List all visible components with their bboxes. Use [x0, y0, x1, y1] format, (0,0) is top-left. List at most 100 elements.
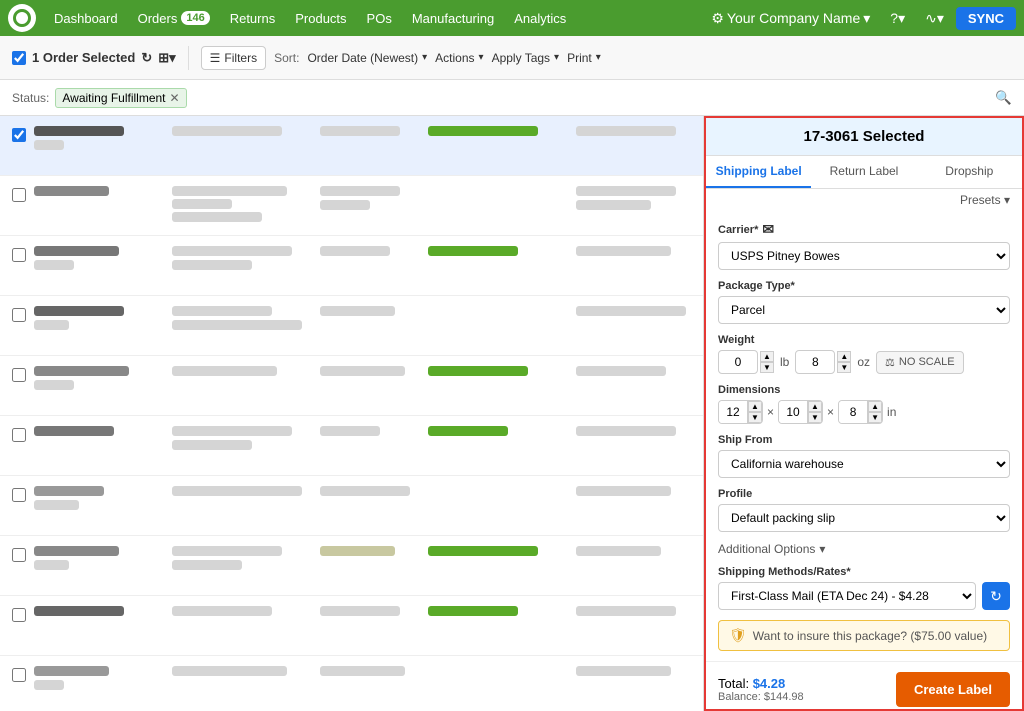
activity-button[interactable]: ∿▾ — [917, 6, 952, 31]
filters-button[interactable]: ☰ Filters — [201, 46, 266, 70]
top-navigation: Dashboard Orders 146 Returns Products PO… — [0, 0, 1024, 36]
row-checkbox[interactable] — [12, 188, 26, 202]
actions-dropdown[interactable]: Actions ▾ — [435, 51, 483, 65]
table-row[interactable] — [0, 416, 703, 476]
selected-count: 1 Order Selected ↻ ⊞▾ — [12, 50, 176, 66]
toolbar-divider — [188, 46, 189, 70]
row-checkbox[interactable] — [12, 608, 26, 622]
presets-dropdown[interactable]: Presets ▾ — [706, 189, 1022, 211]
row-checkbox[interactable] — [12, 308, 26, 322]
dim-unit: in — [887, 405, 896, 419]
weight-oz-input[interactable] — [795, 350, 835, 374]
ship-from-field-group: Ship From California warehouse — [718, 434, 1010, 478]
package-type-label: Package Type* — [718, 280, 1010, 292]
row-checkbox[interactable] — [12, 428, 26, 442]
weight-oz-group: ▲ ▼ — [795, 350, 851, 374]
weight-oz-down[interactable]: ▼ — [837, 362, 851, 373]
tab-dropship[interactable]: Dropship — [917, 156, 1022, 188]
carrier-select[interactable]: USPS Pitney Bowes — [718, 242, 1010, 270]
nav-returns[interactable]: Returns — [220, 0, 286, 36]
balance-label: Balance: $144.98 — [718, 691, 804, 703]
table-row[interactable] — [0, 596, 703, 656]
dim-length-down[interactable]: ▼ — [748, 412, 762, 423]
dim-height-spinners: ▲ ▼ — [867, 401, 882, 423]
insure-icon: 🛡 — [729, 627, 747, 644]
dim-length-input[interactable] — [719, 401, 747, 423]
no-scale-button[interactable]: ⚖ NO SCALE — [876, 351, 964, 374]
weight-oz-up[interactable]: ▲ — [837, 351, 851, 362]
row-checkbox[interactable] — [12, 488, 26, 502]
dim-height-down[interactable]: ▼ — [868, 412, 882, 423]
dimensions-field-group: Dimensions ▲ ▼ × ▲ ▼ — [718, 384, 1010, 424]
weight-label: Weight — [718, 334, 1010, 346]
refresh-icon[interactable]: ↻ — [141, 50, 152, 66]
refresh-rates-button[interactable]: ↻ — [982, 582, 1010, 610]
row-checkbox[interactable] — [12, 368, 26, 382]
table-row[interactable] — [0, 356, 703, 416]
sync-button[interactable]: SYNC — [956, 7, 1016, 30]
row-checkbox[interactable] — [12, 128, 26, 142]
dim-height-input[interactable] — [839, 401, 867, 423]
search-button[interactable]: 🔍 — [995, 90, 1012, 106]
dim-width-input[interactable] — [779, 401, 807, 423]
profile-label: Profile — [718, 488, 1010, 500]
table-row[interactable] — [0, 116, 703, 176]
row-checkbox[interactable] — [12, 668, 26, 682]
main-content: 17-3061 Selected Shipping Label Return L… — [0, 116, 1024, 711]
total-amount: $4.28 — [753, 676, 786, 691]
dim-width-up[interactable]: ▲ — [808, 401, 822, 412]
weight-oz-spinners: ▲ ▼ — [837, 351, 851, 373]
carrier-label: Carrier* ✉ — [718, 221, 1010, 238]
weight-lb-unit: lb — [780, 355, 789, 369]
awaiting-fulfillment-tag[interactable]: Awaiting Fulfillment ✕ — [55, 88, 186, 108]
weight-lb-down[interactable]: ▼ — [760, 362, 774, 373]
additional-options-caret: ▾ — [819, 542, 825, 556]
settings-button[interactable]: ⚙ Your Company Name ▾ — [703, 6, 878, 31]
tab-return-label[interactable]: Return Label — [811, 156, 916, 188]
remove-filter-icon[interactable]: ✕ — [170, 91, 180, 105]
nav-analytics[interactable]: Analytics — [504, 0, 576, 36]
table-row[interactable] — [0, 296, 703, 356]
filter-icon[interactable]: ⊞▾ — [158, 50, 175, 66]
additional-options-toggle[interactable]: Additional Options ▾ — [718, 542, 1010, 556]
usps-icon: ✉ — [762, 221, 774, 238]
row-checkbox[interactable] — [12, 248, 26, 262]
dim-length-spinners: ▲ ▼ — [747, 401, 762, 423]
nav-orders[interactable]: Orders 146 — [128, 0, 220, 36]
package-type-select[interactable]: Parcel — [718, 296, 1010, 324]
row-checkbox[interactable] — [12, 548, 26, 562]
nav-products[interactable]: Products — [285, 0, 356, 36]
weight-lb-spinners: ▲ ▼ — [760, 351, 774, 373]
table-row[interactable] — [0, 476, 703, 536]
weight-field-group: Weight ▲ ▼ lb ▲ ▼ — [718, 334, 1010, 374]
dim-length-up[interactable]: ▲ — [748, 401, 762, 412]
create-label-button[interactable]: Create Label — [896, 672, 1010, 707]
dim-x1: × — [767, 405, 774, 419]
table-row[interactable] — [0, 536, 703, 596]
weight-lb-input[interactable] — [718, 350, 758, 374]
select-all-checkbox[interactable] — [12, 51, 26, 65]
nav-pos[interactable]: POs — [357, 0, 402, 36]
shipping-rate-select[interactable]: First-Class Mail (ETA Dec 24) - $4.28 — [718, 582, 976, 610]
profile-select[interactable]: Default packing slip — [718, 504, 1010, 532]
toolbar: 1 Order Selected ↻ ⊞▾ ☰ Filters Sort: Or… — [0, 36, 1024, 80]
table-row[interactable] — [0, 176, 703, 236]
weight-lb-up[interactable]: ▲ — [760, 351, 774, 362]
help-button[interactable]: ?▾ — [882, 6, 913, 31]
logo[interactable] — [8, 4, 36, 32]
table-row[interactable] — [0, 236, 703, 296]
table-row[interactable] — [0, 656, 703, 711]
ship-from-select[interactable]: California warehouse — [718, 450, 1010, 478]
scale-icon: ⚖ — [885, 356, 895, 369]
sort-dropdown[interactable]: Order Date (Newest) ▾ — [307, 51, 427, 65]
dim-height-up[interactable]: ▲ — [868, 401, 882, 412]
weight-lb-group: ▲ ▼ — [718, 350, 774, 374]
insure-banner[interactable]: 🛡 Want to insure this package? ($75.00 v… — [718, 620, 1010, 651]
nav-dashboard[interactable]: Dashboard — [44, 0, 128, 36]
nav-manufacturing[interactable]: Manufacturing — [402, 0, 504, 36]
shipping-rates-label: Shipping Methods/Rates* — [718, 566, 1010, 578]
dim-width-down[interactable]: ▼ — [808, 412, 822, 423]
print-dropdown[interactable]: Print ▾ — [567, 51, 601, 65]
tab-shipping-label[interactable]: Shipping Label — [706, 156, 811, 188]
apply-tags-dropdown[interactable]: Apply Tags ▾ — [492, 51, 560, 65]
